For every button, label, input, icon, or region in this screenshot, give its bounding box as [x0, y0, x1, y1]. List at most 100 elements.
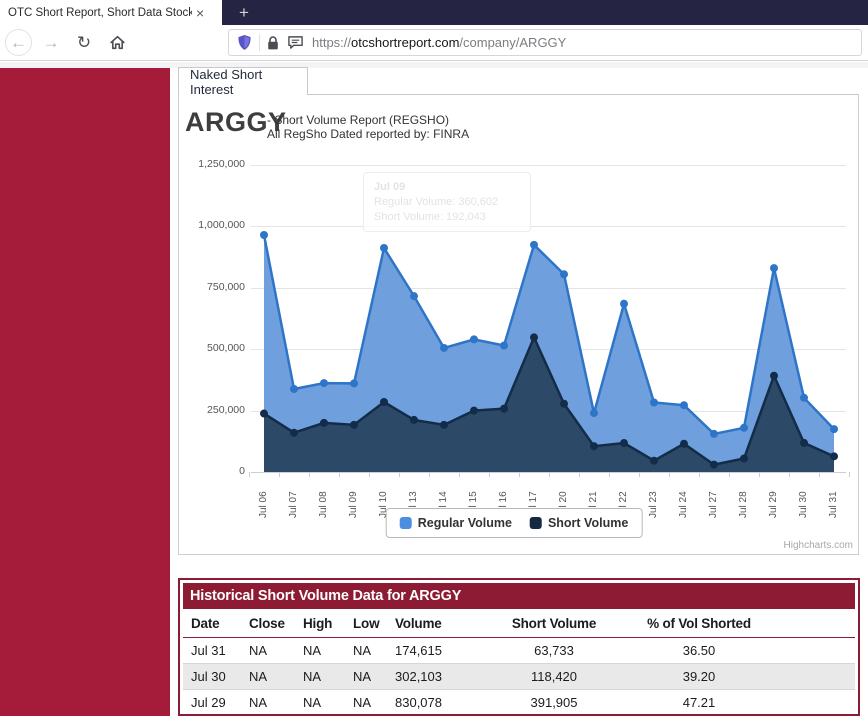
url-bar[interactable]: https://otcshortreport.com/company/ARGGY — [228, 29, 862, 56]
browser-tab-bar: OTC Short Report, Short Data Stock × + — [0, 0, 868, 25]
table-cell: NA — [241, 664, 295, 690]
url-text[interactable]: https://otcshortreport.com/company/ARGGY — [312, 35, 566, 50]
legend-swatch — [530, 517, 542, 529]
url-path: /company/ARGGY — [459, 35, 566, 50]
chart-legend: Regular Volume Short Volume — [386, 508, 643, 538]
browser-toolbar: ← → ↻ https://otcshortreport.com/company… — [0, 25, 868, 61]
x-axis-tick — [849, 472, 850, 477]
table-title: Historical Short Volume Data for ARGGY — [183, 583, 855, 609]
highcharts-credits[interactable]: Highcharts.com — [784, 540, 853, 551]
data-point — [470, 335, 478, 343]
short-volume-table: DateCloseHighLowVolumeShort Volume% of V… — [183, 609, 855, 716]
table-cell: 47.21 — [617, 690, 781, 716]
x-axis-label: Jul 06 — [257, 478, 270, 518]
lock-icon[interactable] — [266, 35, 280, 51]
data-point — [680, 401, 688, 409]
close-icon[interactable]: × — [196, 5, 204, 21]
data-point — [380, 244, 388, 252]
table-cell: NA — [241, 638, 295, 664]
y-axis-label: 250,000 — [179, 404, 245, 416]
legend-item-short-volume[interactable]: Short Volume — [530, 516, 628, 530]
history-table-panel: Historical Short Volume Data for ARGGY D… — [178, 578, 860, 716]
tooltip-short-volume: Short Volume: 192,043 — [374, 210, 520, 225]
y-axis-label: 750,000 — [179, 281, 245, 293]
data-point — [560, 400, 568, 408]
table-cell: 174,615 — [387, 638, 491, 664]
data-point — [710, 430, 718, 438]
x-axis-label: Jul 09 — [347, 478, 360, 518]
site-sidebar — [0, 68, 170, 716]
table-cell-spacer — [781, 690, 855, 716]
browser-tab[interactable]: OTC Short Report, Short Data Stock × — [0, 0, 222, 25]
x-axis-label: Jul 07 — [287, 478, 300, 518]
x-axis-label: Jul 29 — [767, 478, 780, 518]
column-header-spacer — [781, 609, 855, 638]
tab-naked-short-interest[interactable]: Naked Short Interest — [178, 67, 308, 95]
data-point — [800, 394, 808, 402]
data-point — [770, 372, 778, 380]
new-tab-button[interactable]: + — [230, 0, 258, 25]
shield-icon[interactable] — [237, 34, 252, 51]
column-header: Low — [345, 609, 387, 638]
data-point — [560, 270, 568, 278]
data-point — [410, 416, 418, 424]
divider — [307, 94, 858, 95]
tooltip-regular-volume: Regular Volume: 360,602 — [374, 195, 520, 210]
table-cell: 63,733 — [491, 638, 617, 664]
data-point — [830, 425, 838, 433]
data-point — [590, 409, 598, 417]
data-point — [350, 421, 358, 429]
message-icon[interactable] — [287, 35, 304, 51]
data-point — [500, 405, 508, 413]
data-point — [800, 439, 808, 447]
table-row: Jul 31NANANA174,61563,73336.50 — [183, 638, 855, 664]
data-point — [620, 439, 628, 447]
table-cell: 39.20 — [617, 664, 781, 690]
data-point — [290, 385, 298, 393]
chart-subtitle-line1: - Short Volume Report (REGSHO) — [267, 113, 469, 127]
table-cell: 36.50 — [617, 638, 781, 664]
forward-icon[interactable]: → — [39, 34, 63, 51]
table-cell: Jul 30 — [183, 664, 241, 690]
x-axis-label: Jul 27 — [707, 478, 720, 518]
table-cell-spacer — [781, 638, 855, 664]
data-point — [440, 344, 448, 352]
table-cell: Jul 31 — [183, 638, 241, 664]
data-point — [290, 429, 298, 437]
x-axis-label: Jul 31 — [827, 478, 840, 518]
column-header: High — [295, 609, 345, 638]
data-point — [260, 410, 268, 418]
y-axis-label: 1,250,000 — [179, 158, 245, 170]
y-axis-label: 500,000 — [179, 342, 245, 354]
data-point — [740, 424, 748, 432]
data-point — [410, 292, 418, 300]
home-icon[interactable] — [105, 34, 129, 51]
table-cell: NA — [241, 690, 295, 716]
divider — [259, 34, 260, 51]
chart-subtitle: - Short Volume Report (REGSHO) All RegSh… — [267, 113, 469, 141]
data-point — [590, 442, 598, 450]
x-axis-label: Jul 24 — [677, 478, 690, 518]
back-icon[interactable]: ← — [5, 29, 32, 56]
data-point — [380, 398, 388, 406]
data-point — [650, 457, 658, 465]
chart-panel: ARGGY - Short Volume Report (REGSHO) All… — [178, 94, 859, 555]
tab-title: OTC Short Report, Short Data Stock — [8, 7, 192, 19]
table-cell: 302,103 — [387, 664, 491, 690]
table-cell: 830,078 — [387, 690, 491, 716]
data-point — [440, 421, 448, 429]
column-header: Volume — [387, 609, 491, 638]
legend-item-regular-volume[interactable]: Regular Volume — [400, 516, 512, 530]
x-axis-label: Jul 30 — [797, 478, 810, 518]
table-cell: 391,905 — [491, 690, 617, 716]
refresh-icon[interactable]: ↻ — [72, 34, 96, 51]
table-cell: 118,420 — [491, 664, 617, 690]
table-cell: NA — [345, 690, 387, 716]
table-cell: NA — [295, 690, 345, 716]
data-point — [530, 333, 538, 341]
data-point — [530, 241, 538, 249]
table-cell: NA — [345, 664, 387, 690]
legend-label: Regular Volume — [418, 516, 512, 530]
data-point — [680, 440, 688, 448]
data-point — [650, 398, 658, 406]
